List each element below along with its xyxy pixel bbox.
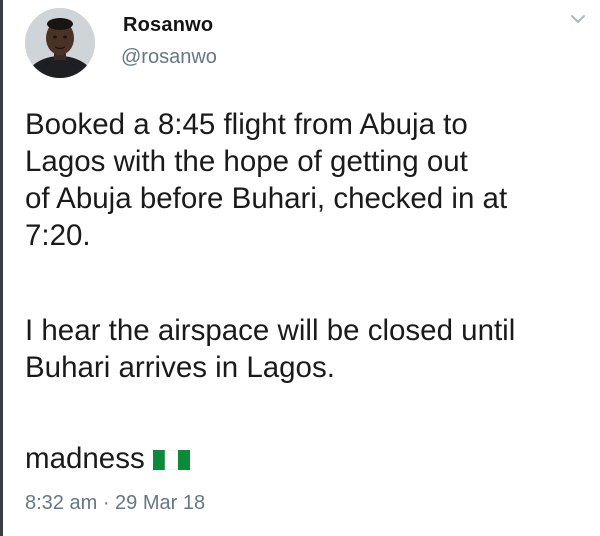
- tweet-paragraph-text: madness: [25, 442, 145, 475]
- tweet-paragraph: Booked a 8:45 flight from Abuja to Lagos…: [25, 108, 508, 252]
- user-handle[interactable]: @rosanwo: [121, 46, 217, 69]
- timestamp-separator: ·: [97, 492, 116, 514]
- avatar-image: [25, 8, 95, 78]
- display-name[interactable]: Rosanwo: [123, 14, 213, 37]
- nigeria-flag-icon: [152, 442, 190, 471]
- tweet-card: Rosanwo @rosanwo Booked a 8:45 flight fr…: [0, 0, 600, 536]
- tweet-paragraph: I hear the airspace will be closed until…: [25, 314, 516, 384]
- tweet-paragraph-last: madness: [25, 440, 593, 477]
- tweet-header: Rosanwo @rosanwo: [3, 0, 600, 90]
- tweet-date: 29 Mar 18: [115, 492, 206, 514]
- chevron-down-icon[interactable]: [569, 12, 587, 26]
- tweet-timestamp[interactable]: 8:32 am · 29 Mar 18: [25, 492, 205, 515]
- tweet-time: 8:32 am: [25, 492, 98, 514]
- avatar[interactable]: [25, 8, 95, 78]
